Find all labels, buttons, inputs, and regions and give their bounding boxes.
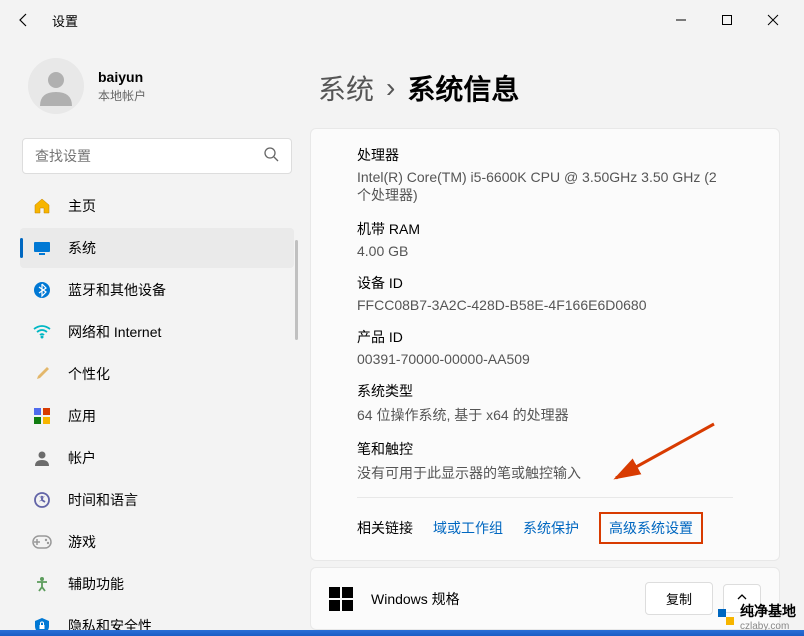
links-label: 相关链接 <box>357 518 413 538</box>
nav-item-system[interactable]: 系统 <box>20 228 294 268</box>
related-links: 相关链接 域或工作组 系统保护 高级系统设置 <box>357 497 733 544</box>
nav-label: 帐户 <box>68 448 96 468</box>
nav-item-time[interactable]: 文 时间和语言 <box>20 480 294 520</box>
nav-label: 应用 <box>68 406 96 426</box>
sidebar: baiyun 本地帐户 主页系统蓝牙和其他设备网络和 Internet 个性化应用… <box>0 40 300 636</box>
spec-value: FFCC08B7-3A2C-428D-B58E-4F166E6D0680 <box>357 297 733 313</box>
nav-label: 游戏 <box>68 532 96 552</box>
maximize-button[interactable] <box>704 4 750 36</box>
nav-item-apps[interactable]: 应用 <box>20 396 294 436</box>
game-icon <box>32 532 52 552</box>
nav-item-brush[interactable]: 个性化 <box>20 354 294 394</box>
nav-label: 网络和 Internet <box>68 322 161 342</box>
nav-label: 系统 <box>68 238 96 258</box>
nav-label: 个性化 <box>68 364 110 384</box>
svg-text:文: 文 <box>39 495 45 503</box>
close-button[interactable] <box>750 4 796 36</box>
search-icon <box>263 146 279 167</box>
spec-value: 64 位操作系统, 基于 x64 的处理器 <box>357 405 733 425</box>
nav-item-wifi[interactable]: 网络和 Internet <box>20 312 294 352</box>
nav-label: 时间和语言 <box>68 490 138 510</box>
profile-name: baiyun <box>98 69 146 85</box>
spec-row: 产品 ID 00391-70000-00000-AA509 <box>357 327 733 367</box>
breadcrumb: 系统 › 系统信息 <box>310 40 780 128</box>
nav-label: 辅助功能 <box>68 574 124 594</box>
spec-row: 笔和触控没有可用于此显示器的笔或触控输入 <box>357 439 733 483</box>
windows-specs-expander[interactable]: Windows 规格 复制 <box>310 567 780 630</box>
watermark: 纯净基地 czlaby.com <box>716 601 796 632</box>
link-advanced-system-settings[interactable]: 高级系统设置 <box>599 512 703 544</box>
spec-value: 4.00 GB <box>357 243 733 259</box>
spec-value: 00391-70000-00000-AA509 <box>357 351 733 367</box>
spec-label: 机带 RAM <box>357 219 733 239</box>
home-icon <box>32 196 52 216</box>
scrollbar[interactable] <box>295 240 298 340</box>
breadcrumb-current: 系统信息 <box>407 68 519 108</box>
link-system-protection[interactable]: 系统保护 <box>523 518 579 538</box>
bluetooth-icon <box>32 280 52 300</box>
apps-icon <box>32 406 52 426</box>
spec-row: 处理器 Intel(R) Core(TM) i5-6600K CPU @ 3.50… <box>357 145 733 205</box>
windows-specs-title: Windows 规格 <box>371 589 645 609</box>
system-icon <box>32 238 52 258</box>
windows-icon <box>329 587 353 611</box>
brush-icon <box>32 364 52 384</box>
wifi-icon <box>32 322 52 342</box>
nav-label: 蓝牙和其他设备 <box>68 280 166 300</box>
spec-value: Intel(R) Core(TM) i5-6600K CPU @ 3.50GHz… <box>357 169 733 205</box>
minimize-button[interactable] <box>658 4 704 36</box>
spec-label: 系统类型 <box>357 381 733 401</box>
taskbar <box>0 630 804 636</box>
avatar <box>28 58 84 114</box>
nav-item-home[interactable]: 主页 <box>20 186 294 226</box>
nav-item-account[interactable]: 帐户 <box>20 438 294 478</box>
spec-label: 产品 ID <box>357 327 733 347</box>
nav-item-access[interactable]: 辅助功能 <box>20 564 294 604</box>
time-icon: 文 <box>32 490 52 510</box>
search-input[interactable] <box>35 148 263 164</box>
nav-list: 主页系统蓝牙和其他设备网络和 Internet 个性化应用帐户文 时间和语言游戏辅助… <box>20 186 294 636</box>
spec-row: 机带 RAM 4.00 GB <box>357 219 733 259</box>
nav-item-bluetooth[interactable]: 蓝牙和其他设备 <box>20 270 294 310</box>
nav-item-game[interactable]: 游戏 <box>20 522 294 562</box>
breadcrumb-sep: › <box>386 72 395 104</box>
back-button[interactable] <box>8 4 40 36</box>
copy-button[interactable]: 复制 <box>645 582 713 615</box>
spec-value: 没有可用于此显示器的笔或触控输入 <box>357 463 733 483</box>
spec-row: 设备 ID FFCC08B7-3A2C-428D-B58E-4F166E6D068… <box>357 273 733 313</box>
profile-section[interactable]: baiyun 本地帐户 <box>20 40 294 138</box>
device-specs-card: 处理器 Intel(R) Core(TM) i5-6600K CPU @ 3.50… <box>310 128 780 561</box>
spec-row: 系统类型 64 位操作系统, 基于 x64 的处理器 <box>357 381 733 425</box>
profile-type: 本地帐户 <box>98 87 146 104</box>
account-icon <box>32 448 52 468</box>
search-box[interactable] <box>22 138 292 174</box>
breadcrumb-parent[interactable]: 系统 <box>318 68 374 108</box>
spec-label: 笔和触控 <box>357 439 733 459</box>
spec-label: 设备 ID <box>357 273 733 293</box>
link-domain-workgroup[interactable]: 域或工作组 <box>433 518 503 538</box>
window-title: 设置 <box>52 11 78 30</box>
nav-label: 主页 <box>68 196 96 216</box>
content-area: 系统 › 系统信息 处理器 Intel(R) Core(TM) i5-6600K … <box>300 40 804 636</box>
access-icon <box>32 574 52 594</box>
spec-label: 处理器 <box>357 145 733 165</box>
